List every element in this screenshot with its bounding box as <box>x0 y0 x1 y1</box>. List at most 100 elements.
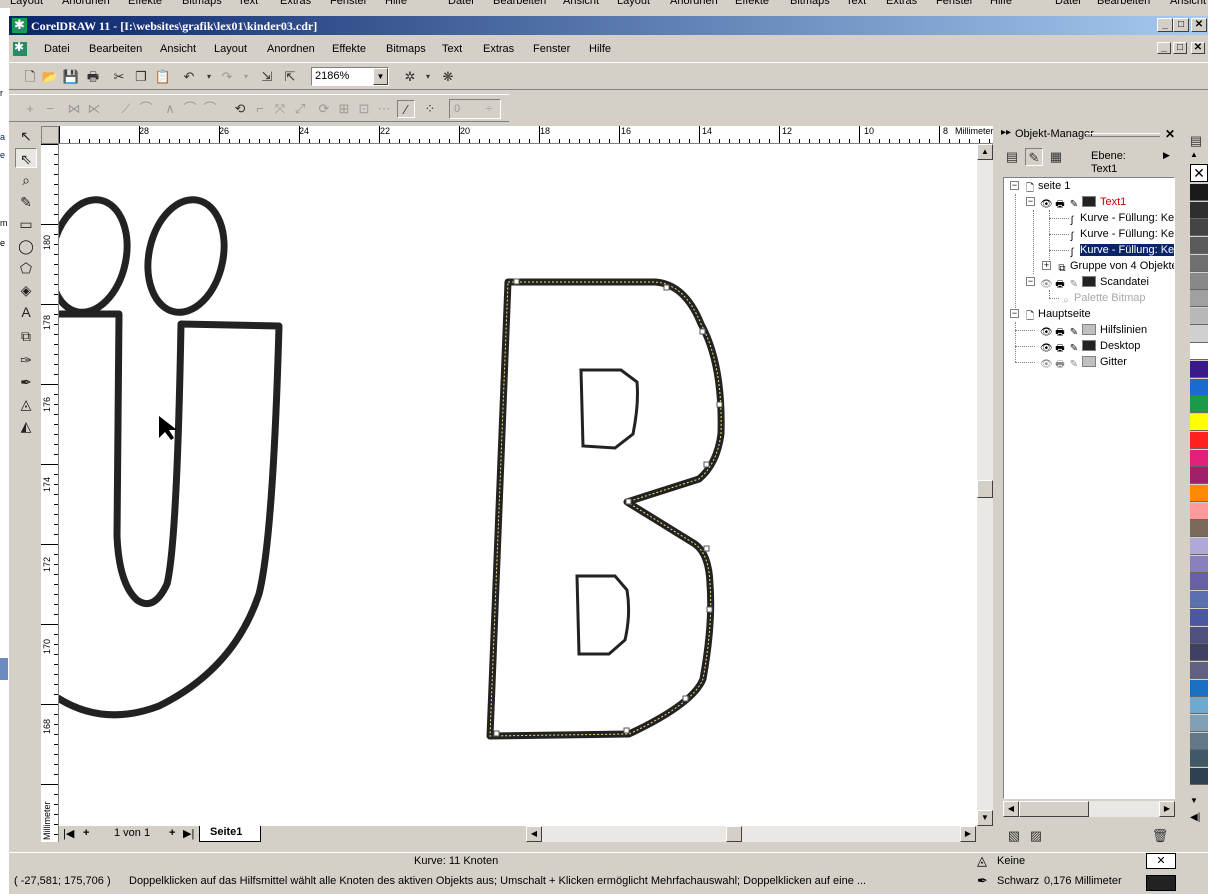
tree-node-curve[interactable]: ∫Kurve - Füllung: Keine <box>1066 226 1174 242</box>
palette-color-swatch[interactable] <box>1190 626 1208 644</box>
select-all-nodes-icon[interactable]: ⋯ <box>375 100 393 118</box>
tree-node-curve-selected[interactable]: ∫Kurve - Füllung: Keine <box>1066 242 1174 258</box>
printer-icon[interactable]: 🖶 <box>1054 359 1066 371</box>
print-icon[interactable]: 🖶 <box>84 68 102 86</box>
palette-color-swatch[interactable] <box>1190 555 1208 573</box>
layer-color-swatch[interactable] <box>1082 324 1096 335</box>
letter-b-curve-selected[interactable] <box>486 278 725 740</box>
add-page-icon[interactable]: + <box>83 827 89 839</box>
undo-icon[interactable]: ↶ <box>180 68 198 86</box>
add-page-after-icon[interactable]: + <box>169 827 175 839</box>
fill-swatch-none[interactable]: ✕ <box>1146 853 1176 869</box>
docker-title-bar[interactable]: ▸▸ Objekt-Manager ✕ <box>997 126 1179 142</box>
first-page-icon[interactable]: |◀ <box>63 827 74 840</box>
shape-tool-icon[interactable]: ⇖ <box>15 148 37 168</box>
export-icon[interactable]: ⇱ <box>281 68 299 86</box>
palette-expand-icon[interactable]: ◀| <box>1190 812 1200 823</box>
scroll-left-icon[interactable]: ◀ <box>526 826 542 842</box>
layer-color-swatch[interactable] <box>1082 340 1096 351</box>
palette-color-swatch[interactable] <box>1190 502 1208 520</box>
open-icon[interactable]: 📂 <box>41 68 59 86</box>
maximize-button[interactable]: □ <box>1173 18 1189 32</box>
join-nodes-icon[interactable]: ⋈ <box>65 100 83 118</box>
collapse-icon[interactable]: − <box>1010 181 1019 190</box>
title-bar[interactable]: CorelDRAW 11 - [I:\websites\grafik\lex01… <box>9 16 1208 35</box>
palette-color-swatch[interactable] <box>1190 219 1208 237</box>
palette-color-swatch[interactable] <box>1190 538 1208 555</box>
palette-color-swatch[interactable] <box>1190 254 1208 272</box>
palette-color-swatch[interactable] <box>1190 201 1208 219</box>
ruler-origin[interactable] <box>41 126 59 144</box>
menu-ansicht[interactable]: Ansicht <box>160 43 196 55</box>
close-button[interactable]: ✕ <box>1191 18 1207 32</box>
outline-tool-icon[interactable]: ✒ <box>15 372 37 392</box>
coreldraw-app-icon[interactable] <box>12 17 27 33</box>
undo-dropdown-icon[interactable]: ▾ <box>200 68 218 86</box>
horizontal-scrollbar[interactable]: ◀ ▶ <box>526 826 976 842</box>
basic-shapes-tool-icon[interactable]: ◈ <box>15 280 37 300</box>
paste-icon[interactable]: 📋 <box>154 68 172 86</box>
outline-color-swatch[interactable] <box>1146 875 1176 891</box>
to-line-icon[interactable]: ⟋ <box>117 100 135 118</box>
palette-color-swatch[interactable] <box>1190 307 1208 325</box>
scroll-right-icon[interactable]: ▶ <box>1159 801 1175 817</box>
tree-horizontal-scrollbar[interactable]: ◀ ▶ <box>1003 801 1175 817</box>
scroll-down-icon[interactable]: ▼ <box>977 810 993 826</box>
node-select-all-icon[interactable]: ⁘ <box>421 100 439 118</box>
collapse-icon[interactable]: − <box>1010 309 1019 318</box>
palette-color-swatch[interactable] <box>1190 414 1208 432</box>
visibility-eye-icon[interactable]: 👁 <box>1040 279 1053 291</box>
curve-smoothness-field[interactable]: 0 ÷ <box>449 99 501 119</box>
new-layer-icon[interactable]: ▧ <box>1005 827 1023 845</box>
vertical-ruler[interactable]: 180 178 176 174 172 170 168 Millimeter <box>41 144 59 842</box>
interactive-fill-tool-icon[interactable]: ◭ <box>15 416 37 436</box>
collapse-icon[interactable]: − <box>1026 197 1035 206</box>
horizontal-ruler[interactable]: 28 26 24 22 20 18 16 14 12 10 8 Millimet… <box>59 126 993 144</box>
layer-color-swatch[interactable] <box>1082 276 1096 287</box>
docker-close-icon[interactable]: ✕ <box>1165 127 1175 141</box>
menu-fenster[interactable]: Fenster <box>533 43 570 55</box>
stretch-nodes-icon[interactable]: ⤢ <box>291 100 309 118</box>
menu-extras[interactable]: Extras <box>483 43 514 55</box>
palette-color-swatch[interactable] <box>1190 697 1208 715</box>
palette-color-swatch[interactable] <box>1190 644 1208 662</box>
add-node-icon[interactable]: + <box>21 100 39 118</box>
polygon-tool-icon[interactable]: ⬠ <box>15 258 37 278</box>
menu-effekte[interactable]: Effekte <box>332 43 366 55</box>
palette-color-swatch[interactable] <box>1190 272 1208 290</box>
eyedropper-tool-icon[interactable]: ✑ <box>15 350 37 370</box>
delete-trash-icon[interactable]: 🗑 <box>1151 827 1169 845</box>
text-tool-icon[interactable]: A <box>15 302 37 322</box>
palette-color-swatch[interactable] <box>1190 184 1208 201</box>
no-color-swatch[interactable]: ✕ <box>1190 164 1208 182</box>
drawing-artwork[interactable] <box>59 144 977 826</box>
new-master-layer-icon[interactable]: ▨ <box>1027 827 1045 845</box>
copy-icon[interactable]: ❐ <box>132 68 150 86</box>
horizontal-scroll-thumb[interactable] <box>726 826 742 842</box>
scroll-up-icon[interactable]: ▲ <box>977 144 993 160</box>
rectangle-tool-icon[interactable]: ▭ <box>15 214 37 234</box>
palette-color-swatch[interactable] <box>1190 679 1208 697</box>
scroll-left-icon[interactable]: ◀ <box>1003 801 1019 817</box>
to-curve-icon[interactable]: ⌒ <box>137 100 155 118</box>
palette-color-swatch[interactable] <box>1190 378 1208 396</box>
slider-icon[interactable]: ÷ <box>486 103 492 115</box>
palette-color-swatch[interactable] <box>1190 732 1208 750</box>
tree-node-bitmap[interactable]: ⌕ Palette Bitmap <box>1060 290 1145 306</box>
zoom-level-select[interactable]: 2186% ▼ <box>311 67 389 86</box>
show-properties-icon[interactable]: ▤ <box>1003 148 1021 166</box>
palette-color-swatch[interactable] <box>1190 520 1208 538</box>
corel-online-icon[interactable]: ❋ <box>439 68 457 86</box>
palette-scroll-down-icon[interactable]: ▼ <box>1190 796 1198 805</box>
interactive-blend-tool-icon[interactable]: ⧉ <box>15 326 37 346</box>
tree-node-layer-desktop[interactable]: 👁 🖶 ✎ Desktop <box>1040 338 1140 354</box>
palette-color-swatch[interactable] <box>1190 361 1208 378</box>
save-icon[interactable]: 💾 <box>62 68 80 86</box>
palette-color-swatch[interactable] <box>1190 343 1208 361</box>
redo-icon[interactable]: ↷ <box>218 68 236 86</box>
palette-menu-icon[interactable]: ▤ <box>1187 132 1205 150</box>
palette-color-swatch[interactable] <box>1190 396 1208 414</box>
zoom-tool-icon[interactable]: ⌕ <box>15 170 37 190</box>
fill-tool-icon[interactable]: ◬ <box>15 394 37 414</box>
edit-across-layers-icon[interactable]: ✎ <box>1025 148 1043 166</box>
